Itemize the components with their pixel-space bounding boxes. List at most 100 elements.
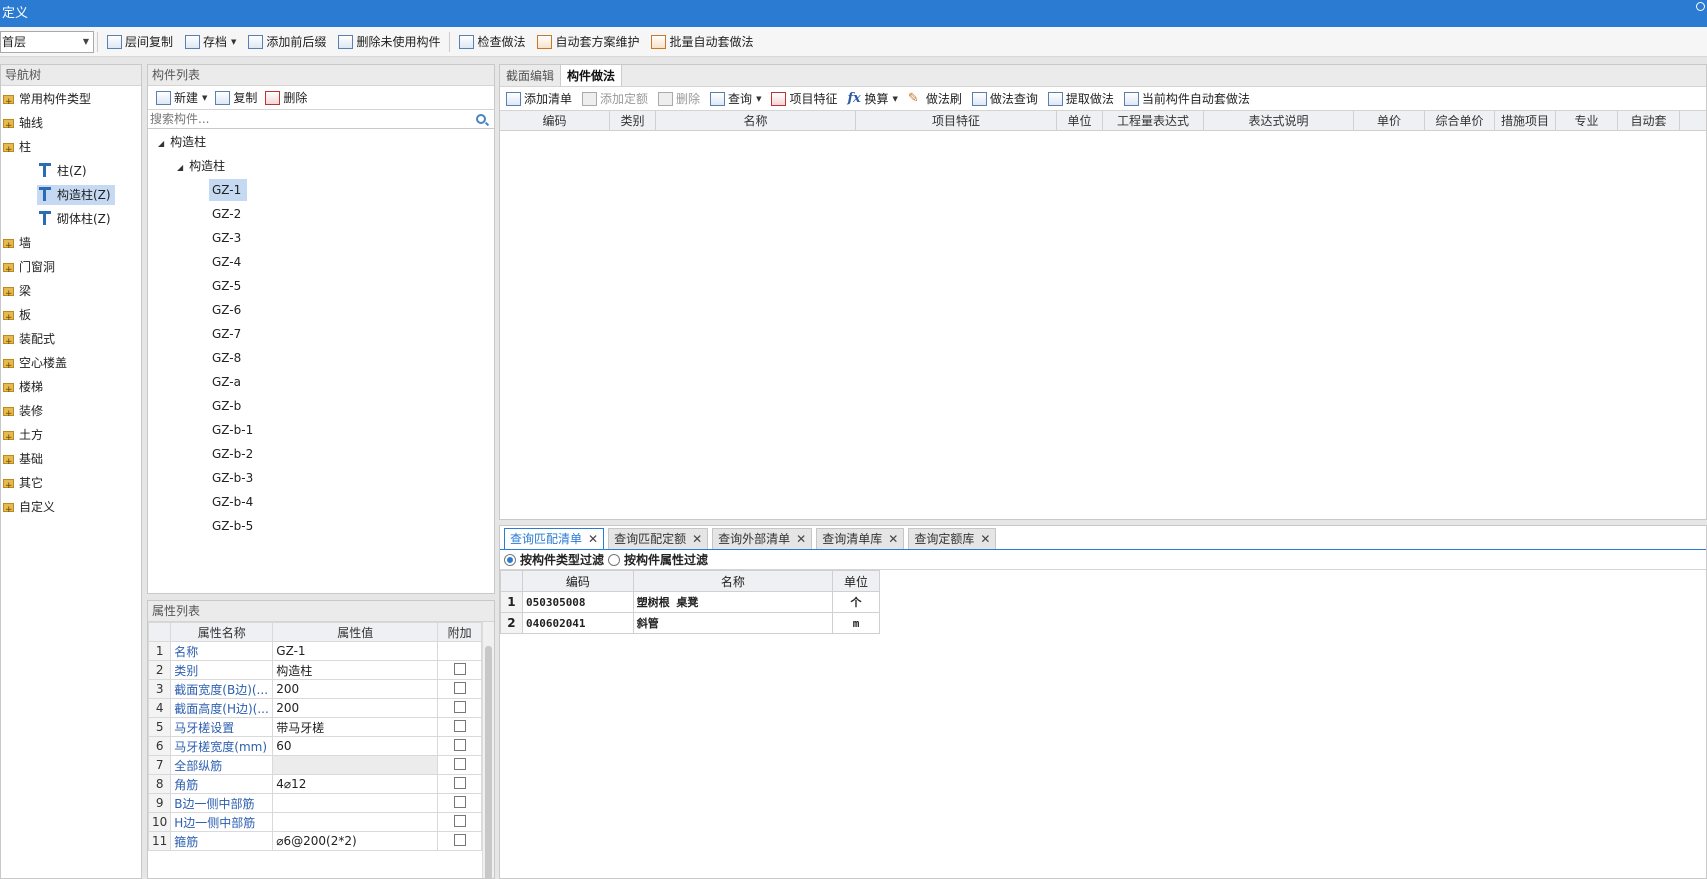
- add-prefix-suffix-button[interactable]: 添加前后缀: [242, 30, 332, 54]
- item-feature-button[interactable]: 项目特征: [766, 87, 842, 111]
- nav-item-15[interactable]: 基础: [3, 449, 43, 472]
- property-value[interactable]: 构造柱: [272, 660, 439, 680]
- nav-item-12[interactable]: 楼梯: [3, 377, 43, 400]
- extra-checkbox[interactable]: [453, 738, 466, 751]
- filter-type-label[interactable]: 按构件类型过滤: [520, 551, 604, 568]
- tab-component-method[interactable]: 构件做法: [560, 65, 623, 86]
- property-scrollbar[interactable]: [482, 622, 494, 878]
- filter-type-radio[interactable]: [504, 553, 516, 566]
- tab-match-bill[interactable]: 查询匹配清单 ✕: [504, 528, 605, 549]
- col-auto[interactable]: 自动套: [1618, 111, 1680, 130]
- col-expression[interactable]: 工程量表达式: [1103, 111, 1204, 130]
- col-expression-desc[interactable]: 表达式说明: [1204, 111, 1354, 130]
- add-quota-button[interactable]: 添加定额: [577, 87, 653, 111]
- extra-checkbox[interactable]: [453, 700, 466, 713]
- property-row[interactable]: 6 马牙槎宽度(mm) 60: [148, 736, 482, 756]
- component-item[interactable]: GZ-a: [209, 371, 247, 393]
- col-name[interactable]: 名称: [656, 111, 856, 130]
- col-feature[interactable]: 项目特征: [856, 111, 1057, 130]
- component-item[interactable]: GZ-7: [209, 323, 247, 345]
- close-icon[interactable]: ✕: [692, 532, 702, 546]
- nav-item-16[interactable]: 其它: [3, 473, 43, 496]
- component-item[interactable]: GZ-b: [209, 395, 247, 417]
- query-code-header[interactable]: 编码: [521, 570, 634, 592]
- col-major[interactable]: 专业: [1556, 111, 1618, 130]
- copy-component-button[interactable]: 复制: [211, 86, 261, 110]
- nav-item-4[interactable]: 构造柱(Z): [37, 185, 115, 205]
- search-icon[interactable]: [476, 114, 486, 124]
- delete-component-button[interactable]: 删除: [261, 86, 311, 110]
- extra-checkbox[interactable]: [453, 719, 466, 732]
- component-item[interactable]: GZ-1: [209, 179, 248, 201]
- col-unit[interactable]: 单位: [1057, 111, 1103, 130]
- extra-checkbox[interactable]: [453, 662, 466, 675]
- tab-bill-library[interactable]: 查询清单库 ✕: [816, 528, 905, 549]
- property-value[interactable]: 4⌀12: [272, 774, 439, 794]
- nav-item-17[interactable]: 自定义: [3, 497, 55, 520]
- component-item[interactable]: GZ-b-3: [209, 467, 259, 489]
- auto-scheme-button[interactable]: 自动套方案维护: [531, 30, 645, 54]
- floor-select[interactable]: 首层 ▼: [0, 30, 94, 53]
- nav-item-1[interactable]: 轴线: [3, 113, 43, 136]
- col-total-price[interactable]: 综合单价: [1425, 111, 1495, 130]
- filter-attr-radio[interactable]: [608, 553, 621, 566]
- filter-attr-label[interactable]: 按构件属性过滤: [624, 551, 708, 568]
- property-value[interactable]: 60: [272, 736, 439, 756]
- current-auto-method-button[interactable]: 当前构件自动套做法: [1119, 87, 1255, 111]
- tab-external-bill[interactable]: 查询外部清单 ✕: [712, 528, 813, 549]
- component-item[interactable]: GZ-4: [209, 251, 247, 273]
- extra-checkbox[interactable]: [453, 776, 466, 789]
- archive-button[interactable]: 存档 ▼: [179, 30, 242, 54]
- col-measure[interactable]: 措施项目: [1495, 111, 1556, 130]
- property-value[interactable]: [272, 755, 439, 775]
- col-price[interactable]: 单价: [1354, 111, 1425, 130]
- extra-checkbox[interactable]: [453, 757, 466, 770]
- collapse-icon[interactable]: ◢: [177, 163, 183, 172]
- extra-checkbox[interactable]: [453, 681, 466, 694]
- property-value[interactable]: 带马牙槎: [272, 717, 439, 737]
- property-row[interactable]: 10 H边一侧中部筋: [148, 812, 482, 832]
- property-row[interactable]: 8 角筋 4⌀12: [148, 774, 482, 794]
- component-item[interactable]: GZ-b-2: [209, 443, 259, 465]
- col-code[interactable]: 编码: [500, 111, 610, 130]
- query-row[interactable]: 2 040602041 斜管 m: [500, 612, 880, 634]
- component-item[interactable]: GZ-6: [209, 299, 247, 321]
- method-brush-button[interactable]: ✎ 做法刷: [903, 87, 967, 111]
- nav-item-5[interactable]: 砌体柱(Z): [37, 209, 115, 229]
- close-icon[interactable]: ✕: [980, 532, 990, 546]
- property-value[interactable]: [272, 793, 439, 813]
- delete-unused-button[interactable]: 删除未使用构件: [332, 30, 446, 54]
- nav-item-14[interactable]: 土方: [3, 425, 43, 448]
- nav-item-7[interactable]: 门窗洞: [3, 257, 55, 280]
- property-value[interactable]: GZ-1: [272, 641, 439, 661]
- property-row[interactable]: 1 名称 GZ-1: [148, 641, 482, 661]
- query-row[interactable]: 1 050305008 塑树根 桌凳个: [500, 591, 880, 613]
- query-name-header[interactable]: 名称: [632, 570, 834, 592]
- component-item[interactable]: GZ-2: [209, 203, 247, 225]
- query-button[interactable]: 查询 ▼: [705, 87, 766, 111]
- add-bill-button[interactable]: 添加清单: [506, 87, 577, 111]
- nav-item-3[interactable]: 柱(Z): [37, 161, 91, 181]
- window-control-icon[interactable]: [1696, 2, 1705, 11]
- component-item[interactable]: GZ-5: [209, 275, 247, 297]
- nav-item-0[interactable]: 常用构件类型: [3, 89, 91, 112]
- component-item[interactable]: GZ-b-4: [209, 491, 259, 513]
- component-search-input[interactable]: [150, 112, 476, 126]
- property-value[interactable]: 200: [272, 679, 439, 699]
- tab-section-edit[interactable]: 截面编辑: [500, 65, 560, 86]
- nav-item-6[interactable]: 墙: [3, 233, 31, 256]
- copy-floor-button[interactable]: 层间复制: [101, 30, 179, 54]
- close-icon[interactable]: ✕: [796, 532, 806, 546]
- component-item[interactable]: GZ-8: [209, 347, 247, 369]
- nav-item-2[interactable]: 柱: [3, 137, 31, 160]
- property-row[interactable]: 9 B边一侧中部筋: [148, 793, 482, 813]
- new-component-button[interactable]: 新建 ▼: [152, 86, 211, 110]
- tab-quota-library[interactable]: 查询定额库 ✕: [908, 528, 997, 549]
- property-row[interactable]: 7 全部纵筋: [148, 755, 482, 775]
- close-icon[interactable]: ✕: [588, 532, 598, 546]
- check-method-button[interactable]: 检查做法: [453, 30, 531, 54]
- property-value[interactable]: 200: [272, 698, 439, 718]
- nav-item-11[interactable]: 空心楼盖: [3, 353, 67, 376]
- tab-match-quota[interactable]: 查询匹配定额 ✕: [608, 528, 709, 549]
- property-row[interactable]: 11 箍筋 ⌀6@200(2*2): [148, 831, 482, 851]
